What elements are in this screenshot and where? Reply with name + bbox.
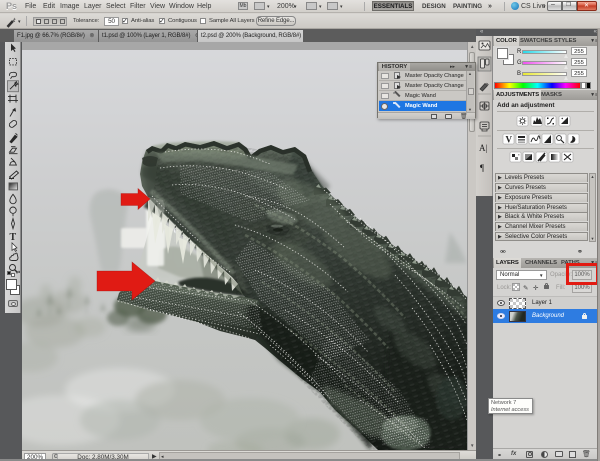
svg-text:V: V xyxy=(506,135,513,145)
svg-text:¶: ¶ xyxy=(480,163,484,173)
svg-text:T: T xyxy=(10,232,17,243)
svg-text:A|: A| xyxy=(479,143,487,153)
